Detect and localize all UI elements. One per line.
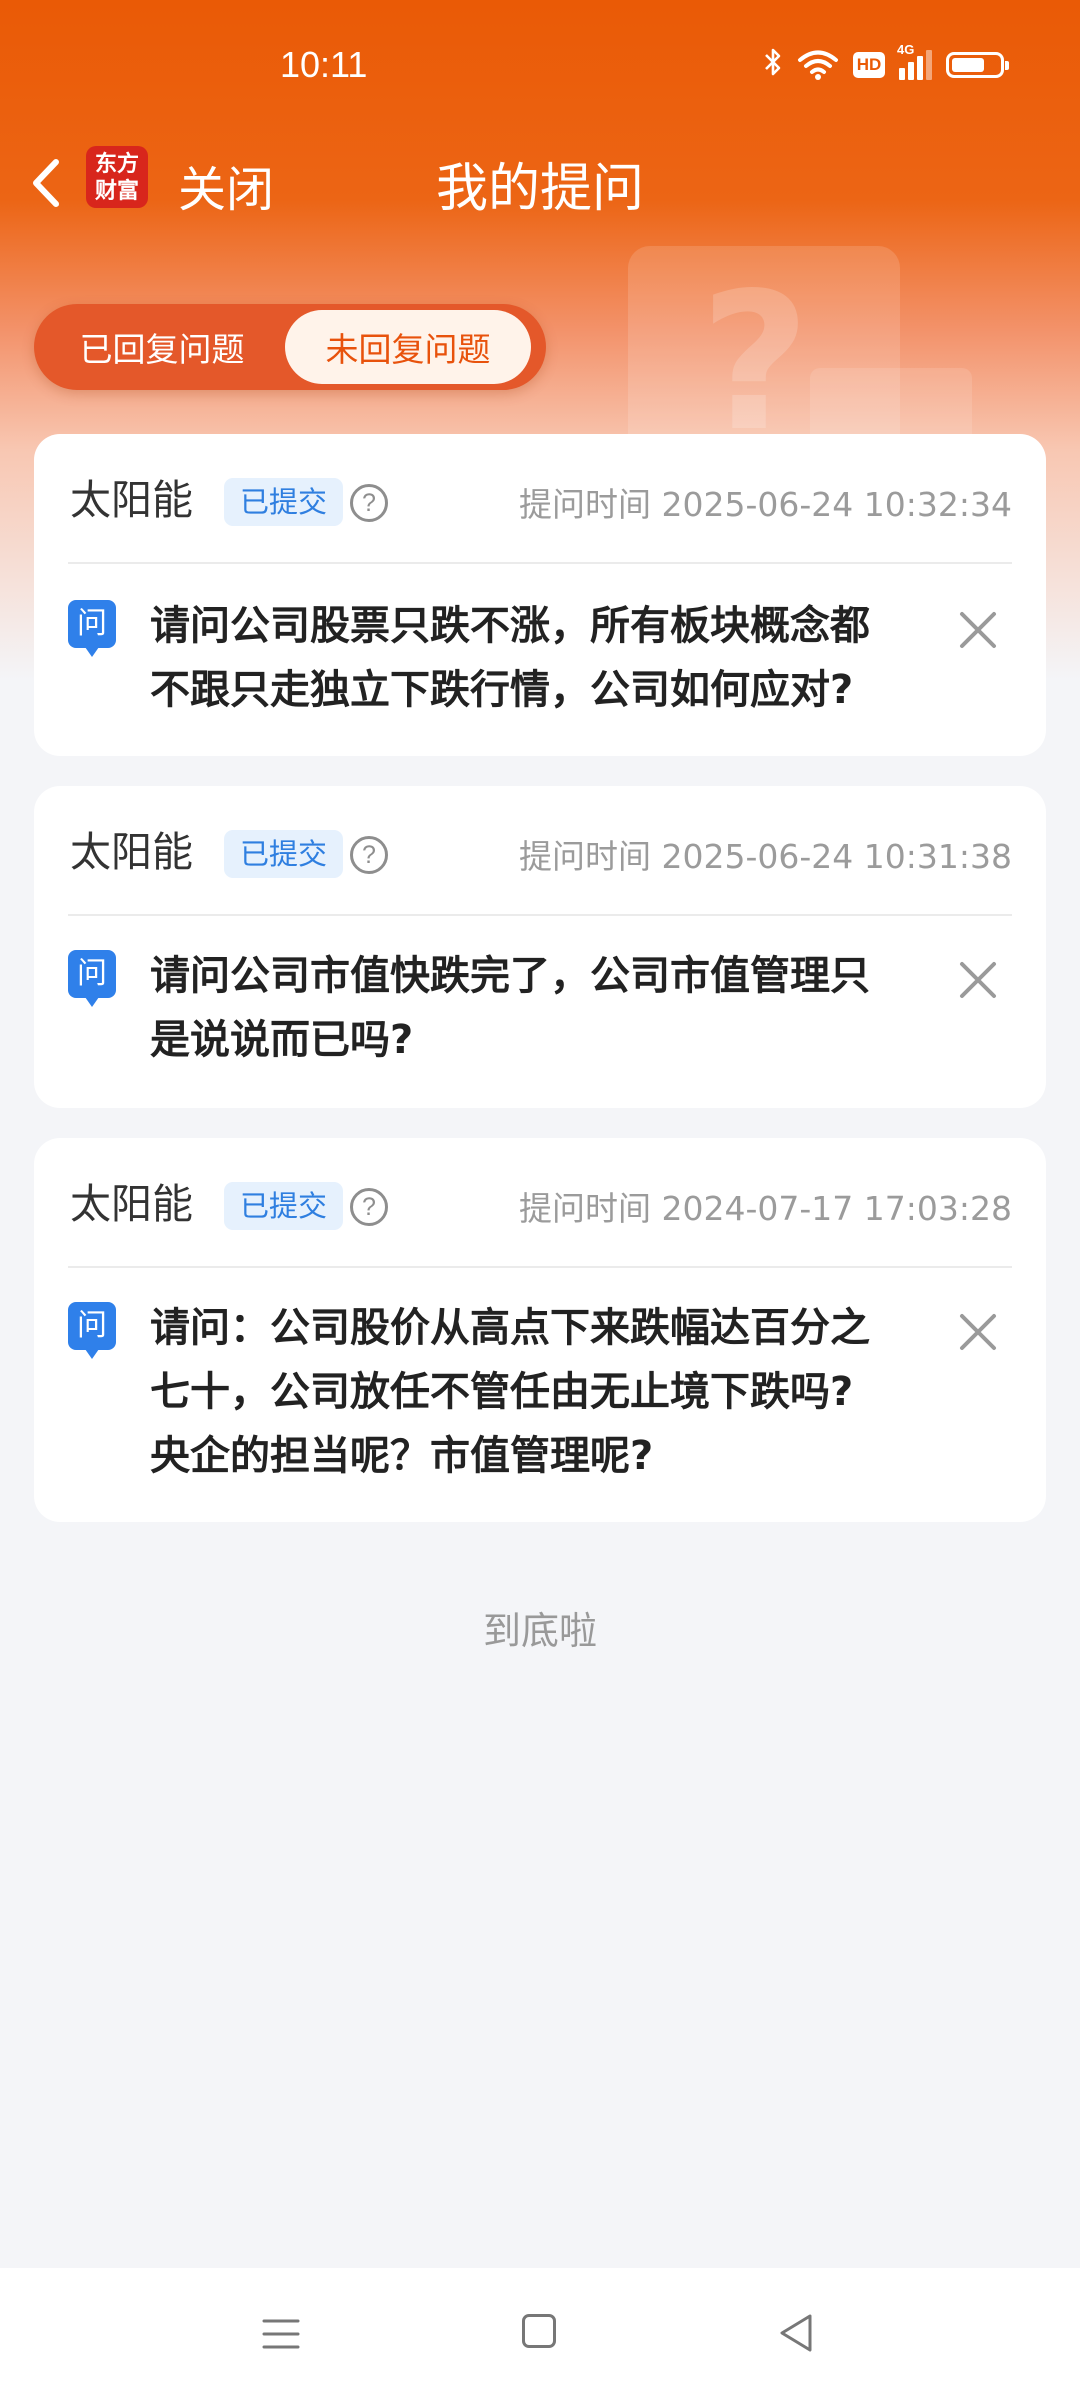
question-text: 请问公司股票只跌不涨，所有板块概念都 不跟只走独立下跌行情，公司如何应对? [150, 603, 870, 713]
home-square-icon[interactable] [522, 2314, 556, 2348]
divider [68, 914, 1012, 916]
status-bar: 10:11 HD 4G [0, 0, 1080, 130]
question-icon: 问 [68, 1302, 116, 1359]
wifi-icon [798, 50, 838, 80]
status-badge: 已提交 [224, 1182, 344, 1230]
close-icon[interactable] [956, 1310, 1000, 1354]
help-icon[interactable]: ? [350, 484, 388, 522]
status-badge: 已提交 [224, 830, 344, 878]
question-card[interactable]: 太阳能 已提交 ? 提问时间 2025-06-24 10:32:34 问 请问公… [34, 434, 1046, 756]
bluetooth-icon [763, 46, 783, 83]
system-nav-bar [0, 2268, 1080, 2400]
question-card[interactable]: 太阳能 已提交 ? 提问时间 2024-07-17 17:03:28 问 请问：… [34, 1138, 1046, 1522]
back-triangle-icon[interactable] [776, 2312, 816, 2354]
question-icon: 问 [68, 600, 116, 657]
divider [68, 562, 1012, 564]
network-type-label: 4G [897, 41, 915, 57]
company-name: 太阳能 [70, 1180, 193, 1228]
status-icons: HD 4G [763, 42, 1009, 83]
question-time: 提问时间 2025-06-24 10:31:38 [519, 837, 1012, 876]
company-name: 太阳能 [70, 476, 193, 524]
page-title: 我的提问 [435, 159, 644, 219]
end-of-list-text: 到底啦 [482, 1609, 597, 1653]
question-icon: 问 [68, 950, 116, 1007]
signal-icon: 4G [897, 42, 932, 80]
help-icon[interactable]: ? [350, 836, 388, 874]
company-name: 太阳能 [70, 828, 193, 876]
status-badge: 已提交 [224, 478, 344, 526]
menu-icon[interactable] [262, 2316, 300, 2352]
question-text: 请问公司市值快跌完了，公司市值管理只 是说说而已吗? [150, 953, 870, 1063]
help-icon[interactable]: ? [350, 1188, 388, 1226]
divider [68, 1266, 1012, 1268]
question-mark-illustration-icon: ? [700, 252, 811, 473]
question-time: 提问时间 2025-06-24 10:32:34 [519, 485, 1012, 524]
close-icon[interactable] [956, 608, 1000, 652]
hd-icon: HD [853, 51, 885, 78]
question-tabs: 已回复问题 未回复问题 [34, 304, 546, 390]
tab-unanswered[interactable]: 未回复问题 [285, 310, 531, 384]
question-time: 提问时间 2024-07-17 17:03:28 [519, 1189, 1012, 1228]
question-card[interactable]: 太阳能 已提交 ? 提问时间 2025-06-24 10:31:38 问 请问公… [34, 786, 1046, 1108]
battery-icon [946, 51, 1009, 78]
question-text: 请问：公司股价从高点下来跌幅达百分之 七十，公司放任不管任由无止境下跌吗? 央企… [150, 1305, 870, 1479]
status-time: 10:11 [280, 44, 368, 85]
close-icon[interactable] [956, 958, 1000, 1002]
tab-answered[interactable]: 已回复问题 [39, 310, 285, 384]
